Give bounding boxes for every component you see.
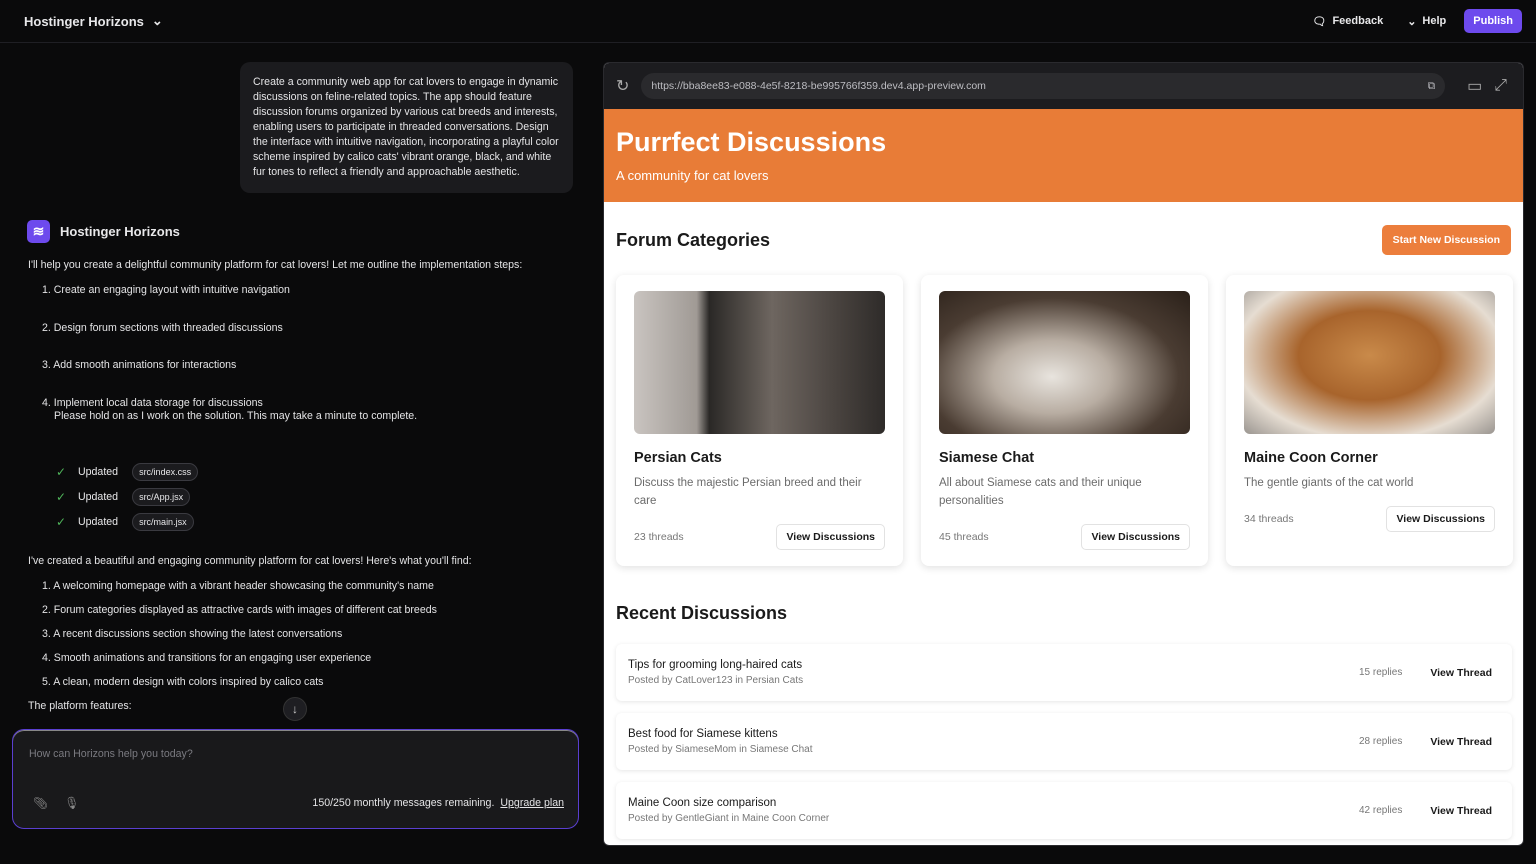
check-icon: ✓ xyxy=(56,515,70,529)
discussion-title: Maine Coon size comparison xyxy=(628,797,829,809)
view-thread-button[interactable]: View Thread xyxy=(1422,805,1500,817)
discussion-row[interactable]: Tips for grooming long-haired cats Posted… xyxy=(616,644,1512,701)
scroll-down-button[interactable]: ↓ xyxy=(283,697,307,721)
view-discussions-button[interactable]: View Discussions xyxy=(1081,524,1190,550)
check-icon: ✓ xyxy=(56,465,70,479)
feature-item: 5. A clean, modern design with colors in… xyxy=(42,676,323,689)
user-message: Create a community web app for cat lover… xyxy=(240,62,573,193)
thread-count: 23 threads xyxy=(634,531,684,543)
thread-count: 34 threads xyxy=(1244,513,1294,525)
update-item: ✓ Updated src/main.jsx xyxy=(56,513,194,531)
chat-input[interactable]: How can Horizons help you today? 📎︎ 🎙︎ 15… xyxy=(12,729,579,829)
assistant-name: Hostinger Horizons xyxy=(60,224,180,239)
category-description: Discuss the majestic Persian breed and t… xyxy=(634,474,885,512)
feature-item: 3. A recent discussions section showing … xyxy=(42,628,342,641)
site-title: Purrfect Discussions xyxy=(616,127,1511,158)
url-text: https://bba8ee83-e088-4e5f-8218-be995766… xyxy=(651,80,986,92)
discussion-meta: Posted by GentleGiant in Maine Coon Corn… xyxy=(628,813,829,824)
site-subtitle: A community for cat lovers xyxy=(616,168,1511,183)
url-bar[interactable]: https://bba8ee83-e088-4e5f-8218-be995766… xyxy=(641,73,1445,99)
update-item: ✓ Updated src/index.css xyxy=(56,463,198,481)
recent-heading: Recent Discussions xyxy=(616,603,787,624)
discussion-title: Best food for Siamese kittens xyxy=(628,728,813,740)
step-item: 4. Implement local data storage for disc… xyxy=(42,397,263,410)
summary-text: I've created a beautiful and engaging co… xyxy=(28,555,472,568)
reply-count: 28 replies xyxy=(1359,736,1402,747)
category-card[interactable]: Siamese Chat All about Siamese cats and … xyxy=(921,275,1208,566)
platform-features-text: The platform features: xyxy=(28,700,132,713)
discussion-meta: Posted by SiameseMom in Siamese Chat xyxy=(628,744,813,755)
feature-item: 2. Forum categories displayed as attract… xyxy=(42,604,437,617)
step-item: 3. Add smooth animations for interaction… xyxy=(42,359,236,372)
view-discussions-button[interactable]: View Discussions xyxy=(1386,506,1495,532)
horizons-logo-icon: ≋ xyxy=(27,220,50,243)
update-item: ✓ Updated src/App.jsx xyxy=(56,488,190,506)
siamese-cat-image xyxy=(939,291,1190,434)
persian-cat-image xyxy=(634,291,885,434)
chat-panel: Create a community web app for cat lover… xyxy=(0,43,590,864)
view-thread-button[interactable]: View Thread xyxy=(1422,736,1500,748)
site-header: Purrfect Discussions A community for cat… xyxy=(604,109,1523,202)
feedback-label: Feedback xyxy=(1332,15,1383,27)
feedback-button[interactable]: 🗨 Feedback xyxy=(1312,15,1383,28)
intro-text: I'll help you create a delightful commun… xyxy=(28,259,522,272)
category-card[interactable]: Maine Coon Corner The gentle giants of t… xyxy=(1226,275,1513,566)
arrow-down-icon: ↓ xyxy=(292,702,298,716)
file-chip[interactable]: src/App.jsx xyxy=(132,488,190,506)
paperclip-icon[interactable]: 📎︎ xyxy=(33,796,48,810)
update-label: Updated xyxy=(78,516,118,528)
reply-count: 15 replies xyxy=(1359,667,1402,678)
chat-input-placeholder: How can Horizons help you today? xyxy=(29,748,193,760)
category-name: Siamese Chat xyxy=(939,450,1190,466)
upgrade-plan-link[interactable]: Upgrade plan xyxy=(500,797,564,809)
top-bar: Hostinger Horizons ⌄ 🗨 Feedback ⌄ Help Publ… xyxy=(0,0,1536,43)
view-discussions-button[interactable]: View Discussions xyxy=(776,524,885,550)
thread-count: 45 threads xyxy=(939,531,989,543)
project-menu[interactable]: Hostinger Horizons ⌄ xyxy=(24,13,163,29)
discussion-row[interactable]: Best food for Siamese kittens Posted by S… xyxy=(616,713,1512,770)
reply-count: 42 replies xyxy=(1359,805,1402,816)
file-chip[interactable]: src/index.css xyxy=(132,463,198,481)
help-button[interactable]: ⌄ Help xyxy=(1407,15,1446,28)
fullscreen-icon[interactable]: ⤢ xyxy=(1494,77,1507,95)
quota-text: 150/250 monthly messages remaining. xyxy=(312,797,494,809)
discussion-meta: Posted by CatLover123 in Persian Cats xyxy=(628,675,803,686)
refresh-icon[interactable]: ↻ xyxy=(616,76,629,96)
chevron-down-icon: ⌄ xyxy=(1407,15,1416,28)
file-chip[interactable]: src/main.jsx xyxy=(132,513,194,531)
device-toggle-icon[interactable]: ▭ xyxy=(1467,76,1482,96)
step-item: 2. Design forum sections with threaded d… xyxy=(42,322,283,335)
publish-button[interactable]: Publish xyxy=(1464,9,1522,33)
chat-bubble-icon: 🗨 xyxy=(1312,15,1326,28)
category-card[interactable]: Persian Cats Discuss the majestic Persia… xyxy=(616,275,903,566)
category-name: Persian Cats xyxy=(634,450,885,466)
category-name: Maine Coon Corner xyxy=(1244,450,1495,466)
maine-coon-image xyxy=(1244,291,1495,434)
brand-name: Hostinger Horizons xyxy=(24,14,144,29)
update-label: Updated xyxy=(78,491,118,503)
preview-panel: ↻ https://bba8ee83-e088-4e5f-8218-be9957… xyxy=(603,62,1524,846)
microphone-icon[interactable]: 🎙︎ xyxy=(64,796,79,810)
help-label: Help xyxy=(1422,15,1446,27)
chevron-down-icon: ⌄ xyxy=(152,13,163,29)
view-thread-button[interactable]: View Thread xyxy=(1422,667,1500,679)
hold-text: Please hold on as I work on the solution… xyxy=(54,410,417,423)
start-discussion-button[interactable]: Start New Discussion xyxy=(1382,225,1511,255)
category-description: The gentle giants of the cat world xyxy=(1244,474,1495,494)
category-description: All about Siamese cats and their unique … xyxy=(939,474,1190,512)
step-item: 1. Create an engaging layout with intuit… xyxy=(42,284,290,297)
feature-item: 4. Smooth animations and transitions for… xyxy=(42,652,371,665)
categories-heading: Forum Categories xyxy=(616,230,770,251)
discussion-title: Tips for grooming long-haired cats xyxy=(628,659,803,671)
discussion-row[interactable]: Maine Coon size comparison Posted by Gent… xyxy=(616,782,1512,839)
assistant-header: ≋ Hostinger Horizons xyxy=(27,220,180,243)
update-label: Updated xyxy=(78,466,118,478)
preview-toolbar: ↻ https://bba8ee83-e088-4e5f-8218-be9957… xyxy=(604,63,1523,109)
check-icon: ✓ xyxy=(56,490,70,504)
open-external-icon[interactable]: ⧉ xyxy=(1428,80,1436,93)
feature-item: 1. A welcoming homepage with a vibrant h… xyxy=(42,580,434,593)
